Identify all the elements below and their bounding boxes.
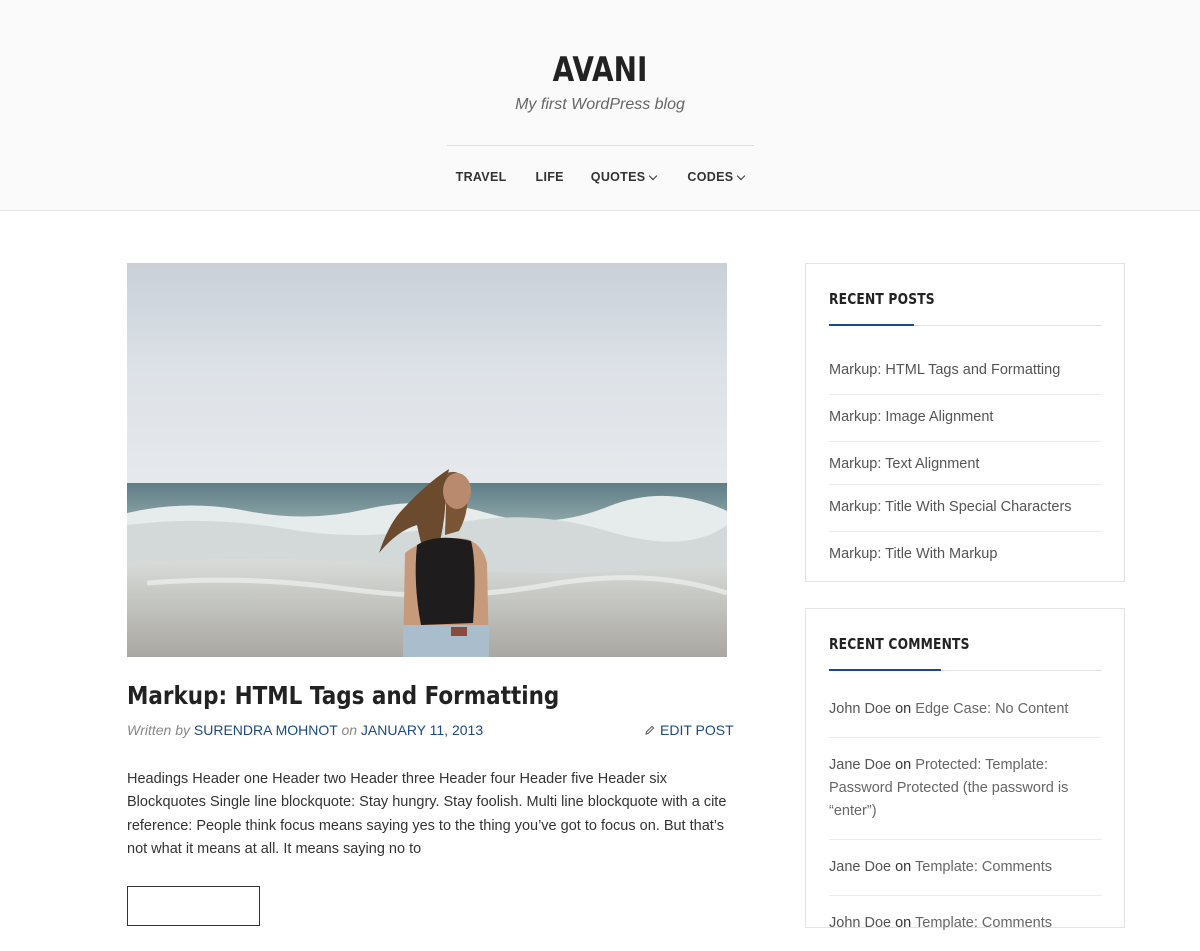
widget-title-accent [829, 324, 914, 326]
comment-author: Jane Doe [829, 757, 892, 773]
widget-title-underline [829, 324, 1102, 326]
nav-item-label: TRAVEL [455, 170, 507, 184]
recent-posts-list: Markup: HTML Tags and Formatting Markup:… [829, 348, 1102, 579]
recent-post-link[interactable]: Markup: Title With Special Characters [829, 485, 1102, 532]
recent-comment-item: John Doe on Edge Case: No Content [829, 682, 1102, 738]
post-author-link[interactable]: SURENDRA MOHNOT [194, 722, 338, 738]
recent-comment-item: Jane Doe on Protected: Template: Passwor… [829, 738, 1102, 840]
nav-item-codes[interactable]: CODES [687, 170, 746, 184]
nav-item-label: CODES [687, 170, 734, 184]
chevron-down-icon [737, 171, 746, 180]
recent-post-link[interactable]: Markup: HTML Tags and Formatting [829, 348, 1102, 395]
comment-post-link[interactable]: Template: Comments [915, 859, 1052, 875]
nav-item-quotes[interactable]: QUOTES [590, 170, 658, 184]
nav-item-label: QUOTES [590, 170, 646, 184]
comment-author: Jane Doe [829, 859, 892, 875]
recent-comments-list: John Doe on Edge Case: No Content Jane D… [829, 682, 1102, 951]
header-divider [447, 145, 754, 146]
recent-comment-item: Jane Doe on Template: Comments [829, 840, 1102, 896]
post-meta: Written by SURENDRA MOHNOT on JANUARY 11… [127, 722, 483, 738]
widget-title: RECENT COMMENTS [829, 635, 970, 653]
nav-item-travel[interactable]: TRAVEL [456, 170, 507, 184]
chevron-down-icon [649, 171, 658, 180]
recent-comment-item: John Doe on Template: Comments [829, 896, 1102, 951]
post-title[interactable]: Markup: HTML Tags and Formatting [127, 681, 559, 710]
comment-on-label: on [895, 757, 912, 773]
comment-author: John Doe [829, 701, 892, 717]
comment-post-link[interactable]: Edge Case: No Content [915, 701, 1068, 717]
recent-post-link[interactable]: Markup: Text Alignment [829, 442, 1102, 485]
featured-image[interactable] [127, 263, 727, 657]
recent-comments-widget: RECENT COMMENTS John Doe on Edge Case: N… [805, 608, 1125, 931]
comment-on-label: on [895, 915, 912, 931]
pencil-icon [645, 725, 655, 735]
edit-post-label: EDIT POST [660, 722, 734, 738]
post-excerpt: Headings Header one Header two Header th… [127, 771, 727, 858]
nav-item-life[interactable]: LIFE [536, 170, 564, 184]
post-date-link[interactable]: JANUARY 11, 2013 [361, 722, 483, 738]
comment-on-label: on [895, 859, 912, 875]
comment-post-link[interactable]: Template: Comments [915, 915, 1052, 931]
recent-post-link[interactable]: Markup: Title With Markup [829, 532, 1102, 579]
comment-author: John Doe [829, 915, 892, 931]
on-label: on [341, 722, 358, 738]
written-by-label: Written by [127, 722, 191, 738]
site-header: AVANI My first WordPress blog TRAVEL LIF… [0, 0, 1200, 211]
site-title[interactable]: AVANI [108, 50, 1092, 90]
edit-post-link[interactable]: EDIT POST [645, 722, 734, 738]
widget-title-underline [829, 669, 1102, 671]
site-tagline: My first WordPress blog [515, 96, 685, 113]
recent-post-link[interactable]: Markup: Image Alignment [829, 395, 1102, 442]
nav-item-label: LIFE [535, 170, 564, 184]
main-navigation: TRAVEL LIFE QUOTES CODES [0, 170, 1200, 184]
recent-posts-widget: RECENT POSTS Markup: HTML Tags and Forma… [805, 263, 1125, 582]
widget-title: RECENT POSTS [829, 290, 935, 308]
comment-on-label: on [895, 701, 912, 717]
widget-title-accent [829, 669, 941, 671]
read-more-button[interactable] [127, 886, 260, 926]
